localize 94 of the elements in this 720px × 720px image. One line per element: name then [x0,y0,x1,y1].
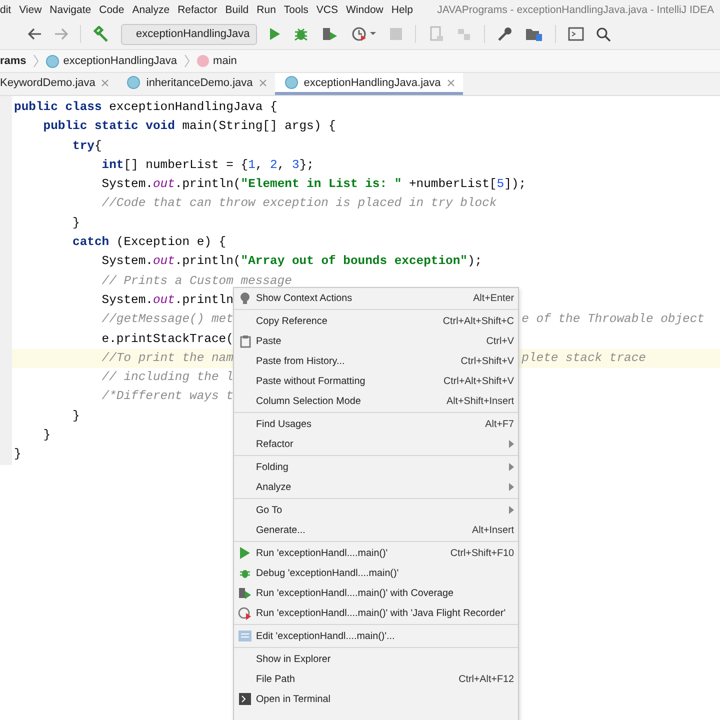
breadcrumb[interactable]: exceptionHandlingJava [63,55,178,67]
breadcrumb[interactable]: rams [0,55,26,67]
menu-item[interactable]: Run [256,4,276,16]
code-line: } [72,408,80,423]
menu-item[interactable]: Show Context Actions Alt+Enter [234,288,518,308]
menu-item[interactable]: Refactor [178,4,218,16]
code-line: /*Different ways t [100,389,234,404]
run-icon[interactable] [269,27,281,41]
editor-tab[interactable]: KeywordDemo.java [0,73,118,95]
class-icon [284,76,298,89]
code-line: //Code that can throw exception is placed in try block [100,196,497,210]
menu-item[interactable]: Paste without Formatting Ctrl+Alt+Shift+V [234,371,518,391]
chevron-icon [33,54,40,68]
menu-item[interactable]: View [19,4,42,16]
menu-item[interactable]: Generate... Alt+Insert [234,520,518,540]
chevron-icon [184,54,190,68]
code-line: int[] numberList = {1, 2, 3}; [100,158,314,172]
code-line: //getMessage() met [100,312,234,326]
folder-structure-icon[interactable] [525,26,543,42]
code-line: // Prints a Custom message [100,274,292,288]
code-line: e.printStackTrace( [100,332,234,346]
code-line: catch (Exception e) { [72,235,226,250]
menu-item[interactable]: Edit 'exceptionHandl....main()'... [234,626,518,646]
menu-item[interactable]: Paste from History... Ctrl+Shift+V [234,351,518,371]
code-line: } [72,216,80,230]
breadcrumb[interactable]: main [213,55,237,67]
menu-item[interactable]: Tools [284,4,308,16]
wrench-icon[interactable] [497,26,513,42]
menu-item[interactable]: Run 'exceptionHandl....main()' Ctrl+Shift+F10 [234,543,518,563]
code-line: } [42,428,51,442]
close-icon[interactable] [446,78,455,86]
profiler-icon[interactable] [351,26,377,42]
run-configuration-icon [238,630,252,642]
clipboard-icon [240,334,250,348]
method-icon [197,55,210,67]
menu-item[interactable]: Code [99,4,124,16]
menu-item[interactable]: Window [346,4,384,16]
code-line: plete stack trace [522,350,646,367]
run-icon [240,547,250,559]
menu-item[interactable]: Folding [234,457,518,477]
code-line: //To print the nam [100,350,234,365]
menu-item[interactable]: Refactor [234,434,518,454]
class-icon [46,54,60,68]
code-line: // including the l [100,370,234,384]
menu-item[interactable]: Go To [234,500,518,520]
menu-item[interactable]: Analyze [234,477,518,497]
editor-tab[interactable]: exceptionHandlingJava.java [274,73,463,95]
editor-tab[interactable]: inheritanceDemo.java [117,73,275,95]
run-configuration-dropdown[interactable]: exceptionHandlingJava [121,24,257,44]
window-title: JAVAPrograms - exceptionHandlingJava.java - IntelliJ IDEA [437,4,714,16]
menu-item[interactable]: Show in Explorer [234,649,518,669]
menu-item[interactable]: Copy Reference Ctrl+Alt+Shift+C [234,311,518,331]
debug-bug-icon [239,567,251,579]
hammer-icon[interactable] [93,26,109,42]
menu-item[interactable]: Navigate [50,4,92,16]
menu-item[interactable]: Find Usages Alt+F7 [234,414,518,434]
search-icon[interactable] [596,26,611,42]
profiler-icon [238,606,252,620]
debug-bug-icon[interactable] [293,26,309,42]
submenu-arrow-icon [509,440,514,448]
coverage-icon[interactable] [321,26,339,42]
menu-item[interactable]: File Path Ctrl+Alt+F12 [234,669,518,689]
menu-item[interactable]: Column Selection Mode Alt+Shift+Insert [234,391,518,411]
back-arrow-icon[interactable] [28,28,42,40]
lightbulb-icon [240,292,250,304]
menu-item[interactable]: Help [391,4,413,16]
code-line: try{ [72,138,102,153]
menu-item[interactable]: Paste Ctrl+V [234,331,518,351]
close-icon[interactable] [258,78,267,86]
device-icon[interactable] [428,26,444,42]
submenu-arrow-icon [509,506,514,514]
code-line: System.out.println [100,292,234,307]
menu-item[interactable]: Run 'exceptionHandl....main()' with Coverage [234,583,518,603]
code-line: System.out.println("Array out of bounds exception"); [100,254,482,268]
terminal-window-icon[interactable] [568,27,584,41]
submenu-arrow-icon [509,483,514,491]
coverage-icon [238,587,252,599]
forward-arrow-icon[interactable] [54,28,68,40]
code-line: public class exceptionHandlingJava { [14,100,278,114]
close-icon[interactable] [101,78,110,86]
menu-item[interactable]: VCS [316,4,338,16]
class-icon [127,76,140,89]
menu-item[interactable]: Build [225,4,249,16]
submenu-arrow-icon [509,463,514,471]
code-line: } [14,447,22,462]
code-line: public static void main(String[] args) { [42,119,336,134]
menu-item[interactable]: Analyze [132,4,170,16]
code-line: System.out.println("Element in List is: " +numberList[5]); [100,177,526,192]
menu-item[interactable]: Run 'exceptionHandl....main()' with 'Java Flight Recorder' [234,603,518,623]
menu-item[interactable]: dit [0,4,12,16]
terminal-icon [239,693,251,705]
menu-item[interactable]: Debug 'exceptionHandl....main()' [234,563,518,583]
code-line: e of the Throwable object [522,311,704,328]
menu-item[interactable]: Open in Terminal [234,689,518,709]
